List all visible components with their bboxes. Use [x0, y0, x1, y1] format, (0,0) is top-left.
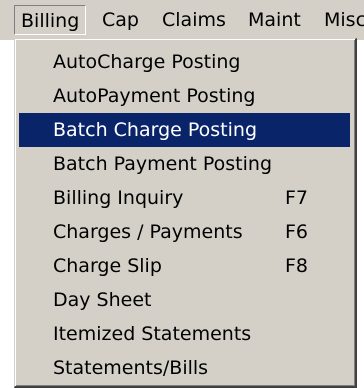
menu-item-label: Day Sheet: [53, 289, 152, 311]
menu-item-label: AutoCharge Posting: [53, 51, 241, 73]
menu-item-label: AutoPayment Posting: [53, 85, 256, 107]
menu-item-autopayment-posting[interactable]: AutoPayment Posting: [19, 79, 350, 113]
menubar-item-cap[interactable]: Cap: [96, 5, 145, 35]
menu-item-shortcut: F6: [285, 221, 309, 243]
menubar-item-misc[interactable]: Misc: [318, 5, 364, 35]
menubar-item-claims[interactable]: Claims: [156, 5, 232, 35]
menu-item-autocharge-posting[interactable]: AutoCharge Posting: [19, 45, 350, 79]
menu-item-batch-charge-posting[interactable]: Batch Charge Posting: [19, 113, 350, 147]
menu-item-label: Charge Slip: [53, 255, 162, 277]
menu-item-day-sheet[interactable]: Day Sheet: [19, 283, 350, 317]
menubar-item-maint[interactable]: Maint: [242, 5, 307, 35]
menu-item-statements-bills[interactable]: Statements/Bills: [19, 351, 350, 385]
menu-item-label: Batch Payment Posting: [53, 153, 273, 175]
menu-item-billing-inquiry[interactable]: Billing Inquiry F7: [19, 181, 350, 215]
billing-menu-list: AutoCharge Posting AutoPayment Posting B…: [19, 45, 350, 385]
menu-bar: Billing Cap Claims Maint Misc: [0, 0, 364, 40]
menu-item-label: Statements/Bills: [53, 357, 209, 379]
menu-item-label: Itemized Statements: [53, 323, 252, 345]
menu-item-batch-payment-posting[interactable]: Batch Payment Posting: [19, 147, 350, 181]
menu-item-label: Batch Charge Posting: [53, 119, 258, 141]
menu-item-label: Charges / Payments: [53, 221, 243, 243]
menu-item-shortcut: F8: [285, 255, 309, 277]
menu-item-shortcut: F7: [285, 187, 309, 209]
menu-item-charge-slip[interactable]: Charge Slip F8: [19, 249, 350, 283]
menu-item-label: Billing Inquiry: [53, 187, 184, 209]
menu-item-itemized-statements[interactable]: Itemized Statements: [19, 317, 350, 351]
menubar-item-billing[interactable]: Billing: [14, 5, 87, 35]
billing-dropdown-menu: AutoCharge Posting AutoPayment Posting B…: [14, 38, 357, 388]
menu-item-charges-payments[interactable]: Charges / Payments F6: [19, 215, 350, 249]
